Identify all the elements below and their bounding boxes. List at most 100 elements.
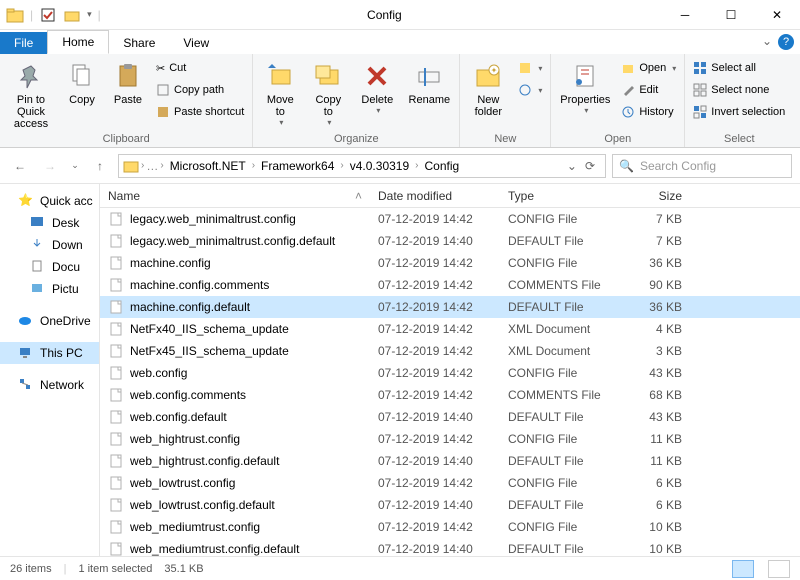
copy-path-button[interactable]: Copy path	[154, 80, 246, 100]
file-name: NetFx45_IIS_schema_update	[130, 344, 289, 358]
paste-button[interactable]: Paste	[108, 58, 148, 106]
file-date: 07-12-2019 14:42	[370, 432, 500, 446]
file-rows[interactable]: legacy.web_minimaltrust.config07-12-2019…	[100, 208, 800, 556]
maximize-button[interactable]: ☐	[708, 0, 754, 30]
file-row[interactable]: web_mediumtrust.config.default07-12-2019…	[100, 538, 800, 556]
delete-button[interactable]: Delete▾	[355, 58, 399, 115]
copyto-icon	[312, 60, 344, 92]
col-date[interactable]: Date modified	[370, 189, 500, 203]
status-selected: 1 item selected	[78, 563, 152, 575]
col-size[interactable]: Size	[620, 189, 690, 203]
invert-selection-button[interactable]: Invert selection	[691, 102, 787, 122]
file-type: DEFAULT File	[500, 454, 620, 468]
tab-view[interactable]: View	[169, 32, 223, 54]
file-icon	[108, 497, 124, 513]
crumb-1[interactable]: Framework64	[257, 159, 338, 173]
col-type[interactable]: Type	[500, 189, 620, 203]
file-type: DEFAULT File	[500, 542, 620, 556]
file-icon	[108, 233, 124, 249]
file-row[interactable]: web.config.comments07-12-2019 14:42COMME…	[100, 384, 800, 406]
select-all-button[interactable]: Select all	[691, 58, 787, 78]
rename-button[interactable]: Rename	[405, 58, 453, 106]
history-button[interactable]: History	[619, 102, 678, 122]
folder-small-icon[interactable]	[63, 6, 81, 24]
nav-documents[interactable]: Docu	[0, 256, 99, 278]
paste-shortcut-button[interactable]: Paste shortcut	[154, 102, 246, 122]
invert-icon	[693, 105, 707, 119]
file-row[interactable]: web_hightrust.config.default07-12-2019 1…	[100, 450, 800, 472]
qat-dropdown[interactable]: ▾	[87, 9, 92, 20]
file-icon	[108, 387, 124, 403]
nav-desktop[interactable]: Desk	[0, 212, 99, 234]
new-item-button[interactable]: ▾	[516, 58, 544, 78]
nav-onedrive[interactable]: OneDrive	[0, 310, 99, 332]
qat-divider: |	[30, 8, 33, 22]
delete-icon	[361, 60, 393, 92]
edit-icon	[621, 83, 635, 97]
properties-icon	[569, 60, 601, 92]
file-row[interactable]: web.config07-12-2019 14:42CONFIG File43 …	[100, 362, 800, 384]
col-name[interactable]: Name˄	[100, 189, 370, 203]
nav-quick-access[interactable]: ⭐Quick acc	[0, 190, 99, 212]
tab-file[interactable]: File	[0, 32, 47, 54]
file-row[interactable]: web_lowtrust.config.default07-12-2019 14…	[100, 494, 800, 516]
documents-icon	[30, 259, 46, 275]
properties-button[interactable]: Properties▾	[557, 58, 613, 115]
file-row[interactable]: web.config.default07-12-2019 14:40DEFAUL…	[100, 406, 800, 428]
tab-home[interactable]: Home	[47, 30, 109, 54]
file-name: web.config	[130, 366, 187, 380]
back-button[interactable]: ←	[8, 154, 32, 178]
crumb-3[interactable]: Config	[420, 159, 463, 173]
search-input[interactable]: 🔍 Search Config	[612, 154, 792, 178]
nav-network[interactable]: Network	[0, 374, 99, 396]
crumb-0[interactable]: Microsoft.NET	[166, 159, 250, 173]
nav-downloads[interactable]: Down	[0, 234, 99, 256]
file-type: CONFIG File	[500, 212, 620, 226]
close-button[interactable]: ✕	[754, 0, 800, 30]
address-dropdown[interactable]: ⌄	[567, 159, 577, 173]
file-date: 07-12-2019 14:42	[370, 300, 500, 314]
selectnone-icon	[693, 83, 707, 97]
minimize-button[interactable]: ─	[662, 0, 708, 30]
view-details-button[interactable]	[732, 560, 754, 578]
nav-pictures[interactable]: Pictu	[0, 278, 99, 300]
address-bar[interactable]: › … › Microsoft.NET › Framework64 › v4.0…	[118, 154, 606, 178]
file-row[interactable]: legacy.web_minimaltrust.config.default07…	[100, 230, 800, 252]
up-button[interactable]: ↑	[88, 154, 112, 178]
new-folder-button[interactable]: ✦ New folder	[466, 58, 510, 118]
view-thumbnails-button[interactable]	[768, 560, 790, 578]
edit-button[interactable]: Edit	[619, 80, 678, 100]
copy-button[interactable]: Copy	[62, 58, 102, 106]
forward-button[interactable]: →	[38, 154, 62, 178]
file-row[interactable]: NetFx40_IIS_schema_update07-12-2019 14:4…	[100, 318, 800, 340]
crumb-2[interactable]: v4.0.30319	[346, 159, 413, 173]
refresh-button[interactable]: ⟳	[579, 159, 601, 173]
open-button[interactable]: Open▾	[619, 58, 678, 78]
pin-button[interactable]: Pin to Quick access	[6, 58, 56, 130]
file-date: 07-12-2019 14:42	[370, 344, 500, 358]
file-row[interactable]: NetFx45_IIS_schema_update 07-12-2019 14:4…	[100, 340, 800, 362]
cut-button[interactable]: ✂Cut	[154, 58, 246, 78]
nav-this-pc[interactable]: This PC	[0, 342, 99, 364]
history-icon	[621, 105, 635, 119]
tab-share[interactable]: Share	[109, 32, 169, 54]
file-icon	[108, 365, 124, 381]
copy-to-button[interactable]: Copy to▾	[307, 58, 349, 127]
help-icon[interactable]: ?	[778, 34, 794, 50]
file-row[interactable]: machine.config.comments07-12-2019 14:42C…	[100, 274, 800, 296]
file-row[interactable]: web_lowtrust.config07-12-2019 14:42CONFI…	[100, 472, 800, 494]
file-type: XML Document	[500, 322, 620, 336]
select-none-button[interactable]: Select none	[691, 80, 787, 100]
file-row[interactable]: legacy.web_minimaltrust.config07-12-2019…	[100, 208, 800, 230]
easy-access-button[interactable]: ▾	[516, 80, 544, 100]
recent-dropdown[interactable]: ⌄	[68, 154, 82, 178]
file-row[interactable]: web_hightrust.config07-12-2019 14:42CONF…	[100, 428, 800, 450]
checkbox-icon[interactable]	[39, 6, 57, 24]
ribbon-tabs: File Home Share View ⌄ ?	[0, 30, 800, 54]
file-row[interactable]: machine.config07-12-2019 14:42CONFIG Fil…	[100, 252, 800, 274]
file-size: 36 KB	[620, 256, 690, 270]
file-row[interactable]: web_mediumtrust.config07-12-2019 14:42CO…	[100, 516, 800, 538]
collapse-ribbon-icon[interactable]: ⌄	[762, 34, 772, 50]
file-row[interactable]: machine.config.default07-12-2019 14:42DE…	[100, 296, 800, 318]
move-to-button[interactable]: Move to▾	[259, 58, 301, 127]
